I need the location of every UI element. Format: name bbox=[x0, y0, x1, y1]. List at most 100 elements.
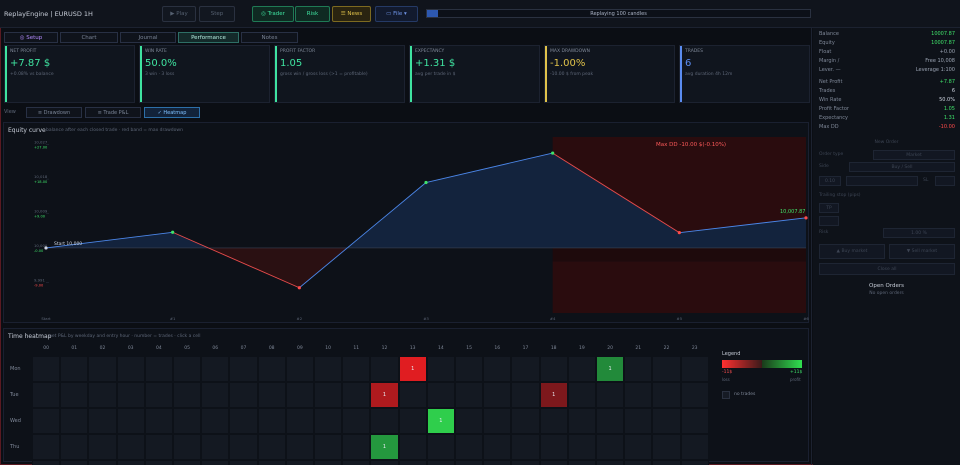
sell-market-button[interactable]: ▼ Sell market bbox=[889, 244, 955, 259]
heatmap-cell[interactable] bbox=[680, 434, 709, 460]
heatmap-cell[interactable] bbox=[342, 382, 371, 408]
heatmap-cell[interactable] bbox=[314, 408, 343, 434]
heatmap-cell[interactable] bbox=[201, 460, 230, 465]
close-all-button[interactable]: Close all bbox=[819, 263, 955, 275]
replay-progress-bar[interactable]: Replaying 100 candles bbox=[426, 9, 811, 18]
heatmap-cell[interactable] bbox=[624, 382, 653, 408]
trailing-input[interactable] bbox=[819, 216, 839, 226]
heatmap-cell[interactable] bbox=[32, 408, 61, 434]
heatmap-cell[interactable] bbox=[144, 382, 173, 408]
heatmap-cell[interactable] bbox=[398, 382, 427, 408]
heatmap-cell[interactable] bbox=[88, 382, 117, 408]
heatmap-cell[interactable] bbox=[370, 356, 399, 382]
heatmap-cell[interactable] bbox=[483, 382, 512, 408]
heatmap-cell[interactable] bbox=[116, 382, 145, 408]
heatmap-cell[interactable] bbox=[32, 434, 61, 460]
heatmap-cell[interactable] bbox=[483, 408, 512, 434]
heatmap-cell[interactable] bbox=[116, 408, 145, 434]
heatmap-cell[interactable] bbox=[173, 434, 202, 460]
heatmap-cell[interactable] bbox=[680, 408, 709, 434]
tab-performance[interactable]: Performance bbox=[178, 32, 239, 43]
heatmap-cell[interactable] bbox=[539, 460, 568, 465]
heatmap-cell[interactable] bbox=[680, 382, 709, 408]
heatmap-cell[interactable] bbox=[624, 460, 653, 465]
heatmap-cell[interactable] bbox=[173, 356, 202, 382]
heatmap-cell[interactable] bbox=[370, 408, 399, 434]
heatmap-cell[interactable] bbox=[229, 408, 258, 434]
heatmap-cell-filled[interactable]: 1 bbox=[427, 409, 454, 433]
heatmap-cell[interactable] bbox=[173, 460, 202, 465]
heatmap-cell[interactable] bbox=[173, 408, 202, 434]
heatmap-cell[interactable] bbox=[567, 460, 596, 465]
heatmap-cell[interactable] bbox=[88, 356, 117, 382]
heatmap-cell[interactable] bbox=[342, 434, 371, 460]
heatmap-cell[interactable] bbox=[32, 356, 61, 382]
heatmap-cell[interactable] bbox=[32, 382, 61, 408]
heatmap-cell-filled[interactable]: 1 bbox=[540, 383, 567, 407]
order-type-select[interactable]: Market bbox=[873, 150, 955, 160]
view-trade-pnl-toggle[interactable]: ≡ Trade P&L bbox=[85, 107, 141, 118]
heatmap-cell[interactable] bbox=[511, 356, 540, 382]
heatmap-cell[interactable] bbox=[426, 356, 455, 382]
heatmap-cell[interactable] bbox=[398, 434, 427, 460]
heatmap-cell[interactable] bbox=[229, 356, 258, 382]
heatmap-cell[interactable] bbox=[116, 356, 145, 382]
risk-button[interactable]: Risk bbox=[295, 6, 330, 22]
heatmap-cell[interactable] bbox=[201, 382, 230, 408]
tab-journal[interactable]: Journal bbox=[120, 32, 176, 43]
heatmap-cell[interactable] bbox=[314, 460, 343, 465]
heatmap-cell[interactable] bbox=[257, 356, 286, 382]
heatmap-cell[interactable] bbox=[511, 460, 540, 465]
heatmap-cell[interactable] bbox=[426, 382, 455, 408]
heatmap-cell[interactable] bbox=[285, 356, 314, 382]
heatmap-cell[interactable] bbox=[455, 460, 484, 465]
heatmap-cell[interactable] bbox=[342, 356, 371, 382]
heatmap-cell[interactable] bbox=[116, 434, 145, 460]
heatmap-cell[interactable] bbox=[370, 460, 399, 465]
heatmap-cell[interactable] bbox=[652, 408, 681, 434]
heatmap-cell[interactable] bbox=[285, 434, 314, 460]
tab-notes[interactable]: Notes bbox=[241, 32, 298, 43]
heatmap-cell[interactable] bbox=[596, 434, 625, 460]
sl-input[interactable] bbox=[935, 176, 955, 186]
heatmap-cell[interactable] bbox=[455, 382, 484, 408]
heatmap-cell[interactable] bbox=[60, 460, 89, 465]
heatmap-cell[interactable] bbox=[511, 434, 540, 460]
buy-market-button[interactable]: ▲ Buy market bbox=[819, 244, 885, 259]
heatmap-cell[interactable] bbox=[596, 408, 625, 434]
heatmap-cell[interactable] bbox=[624, 356, 653, 382]
heatmap-cell[interactable] bbox=[680, 356, 709, 382]
heatmap-cell[interactable] bbox=[60, 408, 89, 434]
heatmap-cell[interactable] bbox=[567, 434, 596, 460]
heatmap-cell[interactable] bbox=[342, 408, 371, 434]
heatmap-cell[interactable] bbox=[229, 460, 258, 465]
tp-input[interactable]: TP bbox=[819, 203, 839, 213]
heatmap-cell[interactable] bbox=[60, 356, 89, 382]
heatmap-cell[interactable] bbox=[483, 460, 512, 465]
heatmap-cell-filled[interactable]: 1 bbox=[371, 383, 398, 407]
heatmap-cell[interactable] bbox=[652, 382, 681, 408]
heatmap-cell[interactable] bbox=[173, 382, 202, 408]
tab-chart[interactable]: Chart bbox=[60, 32, 118, 43]
heatmap-cell[interactable] bbox=[257, 434, 286, 460]
heatmap-cell[interactable] bbox=[596, 382, 625, 408]
heatmap-cell[interactable] bbox=[624, 408, 653, 434]
heatmap-cell[interactable] bbox=[88, 434, 117, 460]
heatmap-cell[interactable] bbox=[201, 408, 230, 434]
heatmap-cell[interactable] bbox=[257, 460, 286, 465]
heatmap-cell[interactable] bbox=[567, 408, 596, 434]
heatmap-cell[interactable] bbox=[144, 460, 173, 465]
heatmap-cell[interactable] bbox=[652, 434, 681, 460]
heatmap-cell[interactable] bbox=[567, 356, 596, 382]
heatmap-cell[interactable] bbox=[652, 460, 681, 465]
heatmap-cell[interactable] bbox=[314, 382, 343, 408]
news-button[interactable]: ☰ News bbox=[332, 6, 371, 22]
heatmap-cell-filled[interactable]: 1 bbox=[399, 357, 426, 381]
risk-percent-input[interactable]: 1.00 % bbox=[883, 228, 955, 238]
heatmap-cell[interactable] bbox=[624, 434, 653, 460]
file-menu-button[interactable]: ▭ File ▾ bbox=[375, 6, 418, 22]
heatmap-cell[interactable] bbox=[201, 434, 230, 460]
heatmap-cell[interactable] bbox=[483, 356, 512, 382]
heatmap-cell[interactable] bbox=[144, 356, 173, 382]
heatmap-cell[interactable] bbox=[539, 434, 568, 460]
